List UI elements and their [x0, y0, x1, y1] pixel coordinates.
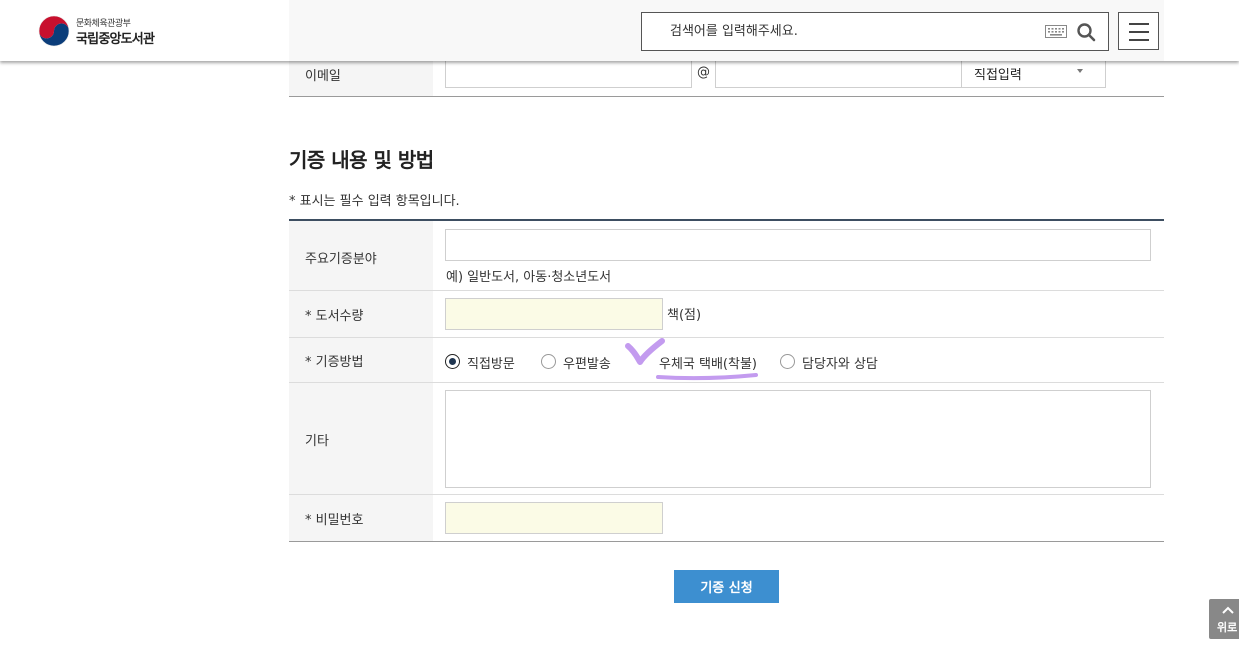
password-row: * 비밀번호	[289, 495, 1164, 542]
scroll-to-top-label: 위로	[1217, 621, 1238, 634]
logo-library-name: 국립중앙도서관	[76, 32, 155, 47]
quantity-unit: 책(점)	[667, 308, 702, 323]
quantity-row: * 도서수량 책(점)	[289, 291, 1164, 338]
method-label-consult[interactable]: 담당자와 상담	[802, 353, 878, 372]
search-input[interactable]	[643, 14, 1038, 49]
donation-field-label: 주요기증분야	[305, 252, 377, 267]
required-note: * 표시는 필수 입력 항목입니다.	[289, 194, 460, 209]
site-header: 문화체육관광부 국립중앙도서관	[0, 0, 1239, 61]
search-icon[interactable]	[1076, 22, 1096, 42]
email-row: 이메일 @ 직접입력	[289, 61, 1164, 97]
email-label-cell: 이메일	[289, 61, 433, 96]
method-radio-mail[interactable]	[541, 354, 556, 369]
email-id-input[interactable]	[445, 61, 692, 88]
scroll-to-top-button[interactable]: 위로	[1209, 599, 1239, 639]
email-domain-input[interactable]	[715, 61, 962, 88]
method-radio-visit[interactable]	[445, 354, 460, 369]
email-label: 이메일	[305, 69, 341, 84]
method-label-visit[interactable]: 직접방문	[467, 353, 515, 372]
password-label: * 비밀번호	[305, 513, 364, 528]
method-label-cell: * 기증방법	[289, 338, 433, 382]
donation-field-label-cell: 주요기증분야	[289, 221, 433, 290]
search-box	[641, 12, 1109, 51]
etc-label-cell: 기타	[289, 383, 433, 494]
quantity-input[interactable]	[445, 298, 663, 330]
keyboard-icon[interactable]	[1045, 25, 1067, 38]
donation-field-hint: 예) 일반도서, 아동·청소년도서	[446, 270, 612, 285]
etc-label: 기타	[305, 434, 329, 449]
chevron-down-icon	[1077, 69, 1083, 73]
taegeuk-logo-icon	[38, 15, 70, 47]
method-radio-consult[interactable]	[780, 354, 795, 369]
method-label-mail[interactable]: 우편발송	[563, 353, 611, 372]
donation-field-input[interactable]	[445, 229, 1151, 261]
donation-field-row: 주요기증분야 예) 일반도서, 아동·청소년도서	[289, 221, 1164, 291]
etc-row: 기타	[289, 383, 1164, 495]
menu-line-icon	[1129, 39, 1149, 41]
quantity-label-cell: * 도서수량	[289, 291, 433, 337]
password-input[interactable]	[445, 502, 663, 534]
etc-textarea[interactable]	[445, 390, 1151, 488]
annotation-checkmark-icon	[625, 338, 758, 381]
password-label-cell: * 비밀번호	[289, 495, 433, 541]
method-label: * 기증방법	[305, 355, 364, 370]
email-at-symbol: @	[697, 65, 710, 80]
site-logo[interactable]: 문화체육관광부 국립중앙도서관	[38, 14, 168, 48]
menu-line-icon	[1129, 31, 1149, 33]
email-domain-select-value: 직접입력	[974, 68, 1022, 83]
chevron-up-icon	[1222, 606, 1234, 614]
section-title: 기증 내용 및 방법	[289, 148, 434, 172]
quantity-label: * 도서수량	[305, 309, 364, 324]
email-domain-select[interactable]: 직접입력	[961, 61, 1106, 88]
hamburger-menu-button[interactable]	[1118, 12, 1159, 50]
menu-line-icon	[1129, 23, 1149, 25]
submit-donation-button[interactable]: 기증 신청	[674, 570, 779, 603]
